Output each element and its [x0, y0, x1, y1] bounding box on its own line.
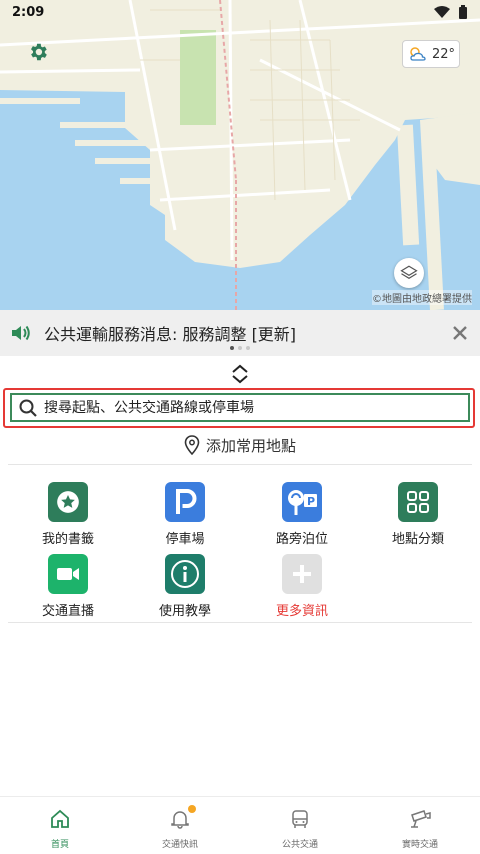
settings-gear-button[interactable]	[24, 38, 52, 66]
partly-cloudy-icon	[410, 47, 426, 61]
nav-label: 首頁	[50, 840, 69, 850]
nav-label: 實時交通	[401, 840, 438, 850]
divider	[8, 622, 472, 623]
location-pin-icon	[184, 435, 200, 455]
gear-icon	[31, 43, 47, 61]
wifi-icon	[434, 6, 450, 18]
shortcut-tutorial[interactable]: 使用教學	[135, 554, 235, 620]
home-icon	[48, 807, 72, 831]
bottom-navigation: 首頁 交通快訊 公共交通 實時交通	[0, 796, 480, 854]
nav-label: 公共交通	[281, 840, 318, 850]
shortcut-label: 交通直播	[41, 604, 94, 619]
shortcut-more-info[interactable]: 更多資訊	[252, 554, 352, 620]
camera-icon	[408, 807, 432, 831]
shortcut-place-categories[interactable]: 地點分類	[368, 482, 468, 548]
pagination-dot	[238, 346, 242, 350]
shortcut-bookmarks[interactable]: 我的書籤	[18, 482, 118, 548]
divider	[8, 464, 472, 465]
layers-icon	[400, 265, 418, 279]
map-layers-button[interactable]	[394, 258, 424, 288]
notice-pagination	[0, 346, 480, 350]
shortcut-label: 我的書籤	[41, 532, 94, 547]
pagination-dot	[246, 346, 250, 350]
shortcut-traffic-live[interactable]: 交通直播	[18, 554, 118, 620]
map-credit: ©地圖由地政總署提供	[372, 290, 472, 305]
expand-collapse-icon	[232, 364, 248, 384]
plus-icon	[282, 554, 322, 594]
info-icon	[165, 554, 205, 594]
shortcut-label: 更多資訊	[275, 604, 328, 619]
shortcut-car-parks[interactable]: 停車場	[135, 482, 235, 548]
video-camera-icon	[48, 554, 88, 594]
nav-home[interactable]: 首頁	[0, 797, 120, 854]
search-bar[interactable]	[10, 393, 470, 422]
add-favourite-label: 添加常用地點	[205, 436, 296, 455]
battery-icon	[459, 5, 467, 19]
status-icons	[434, 5, 468, 19]
search-input[interactable]	[44, 399, 464, 416]
add-favourite-location-button[interactable]: 添加常用地點	[0, 430, 480, 460]
shortcut-metered-parking[interactable]: P 路旁泊位	[252, 482, 352, 548]
nav-realtime-traffic[interactable]: 實時交通	[360, 797, 480, 854]
nav-public-transport[interactable]: 公共交通	[240, 797, 360, 854]
shortcut-label: 路旁泊位	[275, 532, 328, 547]
map-view[interactable]: 2:09 22° ©地圖由地政總署提供	[0, 0, 480, 310]
status-time: 2:09	[12, 4, 45, 20]
status-bar: 2:09	[0, 0, 480, 24]
weather-temperature: 22°	[431, 46, 456, 62]
notice-text[interactable]: 公共運輸服務消息: 服務調整 [更新]	[44, 321, 296, 345]
star-icon	[48, 482, 88, 522]
weather-badge[interactable]: 22°	[402, 40, 460, 68]
close-icon[interactable]	[448, 321, 472, 345]
shortcut-label: 地點分類	[391, 532, 444, 547]
shortcut-label: 停車場	[165, 532, 205, 547]
bus-icon	[288, 807, 312, 831]
search-icon	[18, 398, 38, 418]
nav-traffic-news[interactable]: 交通快訊	[120, 797, 240, 854]
svg-text:P: P	[307, 495, 315, 508]
panel-drag-handle[interactable]	[226, 362, 254, 386]
meter-parking-icon: P	[282, 482, 322, 522]
speaker-icon	[8, 320, 34, 346]
parking-icon	[165, 482, 205, 522]
nav-label: 交通快訊	[161, 840, 198, 850]
pagination-dot-active	[230, 346, 234, 350]
shortcut-label: 使用教學	[158, 604, 211, 619]
grid-icon	[398, 482, 438, 522]
notification-badge	[188, 805, 196, 813]
